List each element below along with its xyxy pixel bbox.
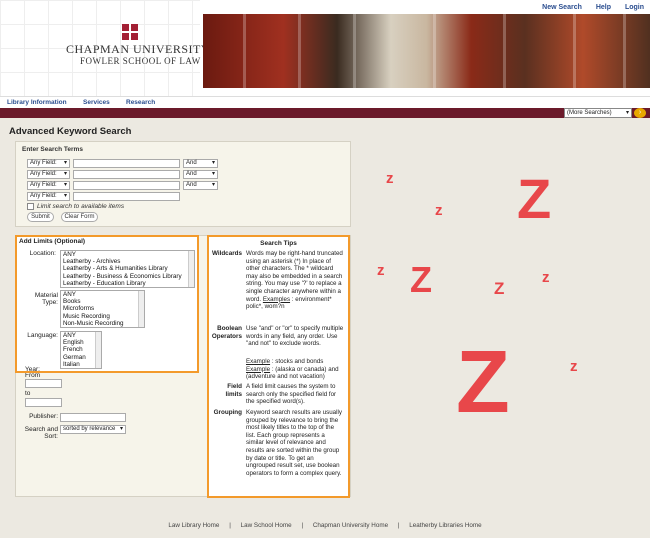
footer-law-school-home[interactable]: Law School Home	[241, 522, 292, 529]
limit-available-checkbox[interactable]	[27, 203, 34, 210]
term-input-3[interactable]	[73, 181, 180, 190]
nav-bar	[0, 108, 650, 118]
library-banner-image	[203, 14, 650, 88]
footer-separator: |	[229, 522, 231, 529]
submit-button[interactable]: Submit	[27, 212, 54, 222]
search-sort-label-2: Sort:	[44, 433, 58, 440]
sort-select[interactable]: sorted by relevance	[60, 425, 126, 434]
search-terms-title: Enter Search Terms	[22, 146, 83, 153]
year-to-input[interactable]	[25, 398, 62, 407]
nav-library-information[interactable]: Library Information	[7, 99, 67, 106]
op-select-2[interactable]: And	[183, 170, 218, 179]
publisher-input[interactable]	[60, 413, 126, 422]
publisher-label: Publisher:	[29, 413, 58, 420]
logo-line2[interactable]: FOWLER SCHOOL OF LAW	[80, 56, 201, 66]
field-select-2[interactable]: Any Field:	[27, 170, 70, 179]
footer-leatherby-home[interactable]: Leatherby Libraries Home	[409, 522, 481, 529]
overlay-z: z	[386, 170, 394, 187]
chapman-logo-icon[interactable]	[122, 24, 138, 40]
logo-line1[interactable]: CHAPMAN UNIVERSITY	[66, 42, 210, 57]
limit-available-label: Limit search to available items	[37, 203, 125, 210]
overlay-z: z	[542, 269, 550, 286]
top-links: New Search Help Login	[530, 4, 644, 11]
overlay-z: Z	[517, 167, 552, 230]
field-select-1[interactable]: Any Field:	[27, 159, 70, 168]
page-title: Advanced Keyword Search	[9, 126, 132, 137]
overlay-z: z	[570, 358, 578, 375]
op-select-3[interactable]: And	[183, 181, 218, 190]
overlay-z: Z	[456, 332, 510, 431]
term-input-1[interactable]	[73, 159, 180, 168]
footer-separator: |	[301, 522, 304, 529]
search-sort-label-1: Search and	[24, 426, 58, 433]
overlay-z: Z	[410, 259, 432, 300]
to-label: to	[25, 390, 31, 397]
login-link[interactable]: Login	[625, 4, 644, 11]
tips-highlight-box	[207, 235, 350, 498]
footer-law-library-home[interactable]: Law Library Home	[168, 522, 219, 529]
footer: Law Library Home | Law School Home | Cha…	[0, 522, 650, 529]
term-input-2[interactable]	[73, 170, 180, 179]
clear-form-button[interactable]: Clear Form	[61, 212, 98, 222]
search-terms-panel: Enter Search Terms Any Field: And Any Fi…	[15, 141, 351, 227]
footer-chapman-home[interactable]: Chapman University Home	[313, 522, 388, 529]
more-searches-select[interactable]: (More Searches)	[564, 108, 632, 118]
site-header: CHAPMAN UNIVERSITY FOWLER SCHOOL OF LAW …	[0, 0, 650, 96]
overlay-z: z	[377, 262, 385, 279]
new-search-link[interactable]: New Search	[542, 4, 582, 11]
overlay-z: z	[435, 202, 443, 219]
overlay-z: Z	[494, 279, 505, 298]
field-select-3[interactable]: Any Field:	[27, 181, 70, 190]
main-nav: Library Information Services Research	[0, 96, 650, 108]
year-from-input[interactable]	[25, 379, 62, 388]
nav-research[interactable]: Research	[126, 99, 155, 106]
nav-services[interactable]: Services	[83, 99, 110, 106]
footer-separator: |	[397, 522, 400, 529]
term-input-4[interactable]	[73, 192, 180, 201]
help-link[interactable]: Help	[596, 4, 611, 11]
arrow-right-icon[interactable]: ›	[634, 108, 646, 118]
limits-highlight-box	[15, 235, 199, 373]
from-label: From	[25, 372, 41, 379]
op-select-1[interactable]: And	[183, 159, 218, 168]
field-select-4[interactable]: Any Field:	[27, 192, 70, 201]
